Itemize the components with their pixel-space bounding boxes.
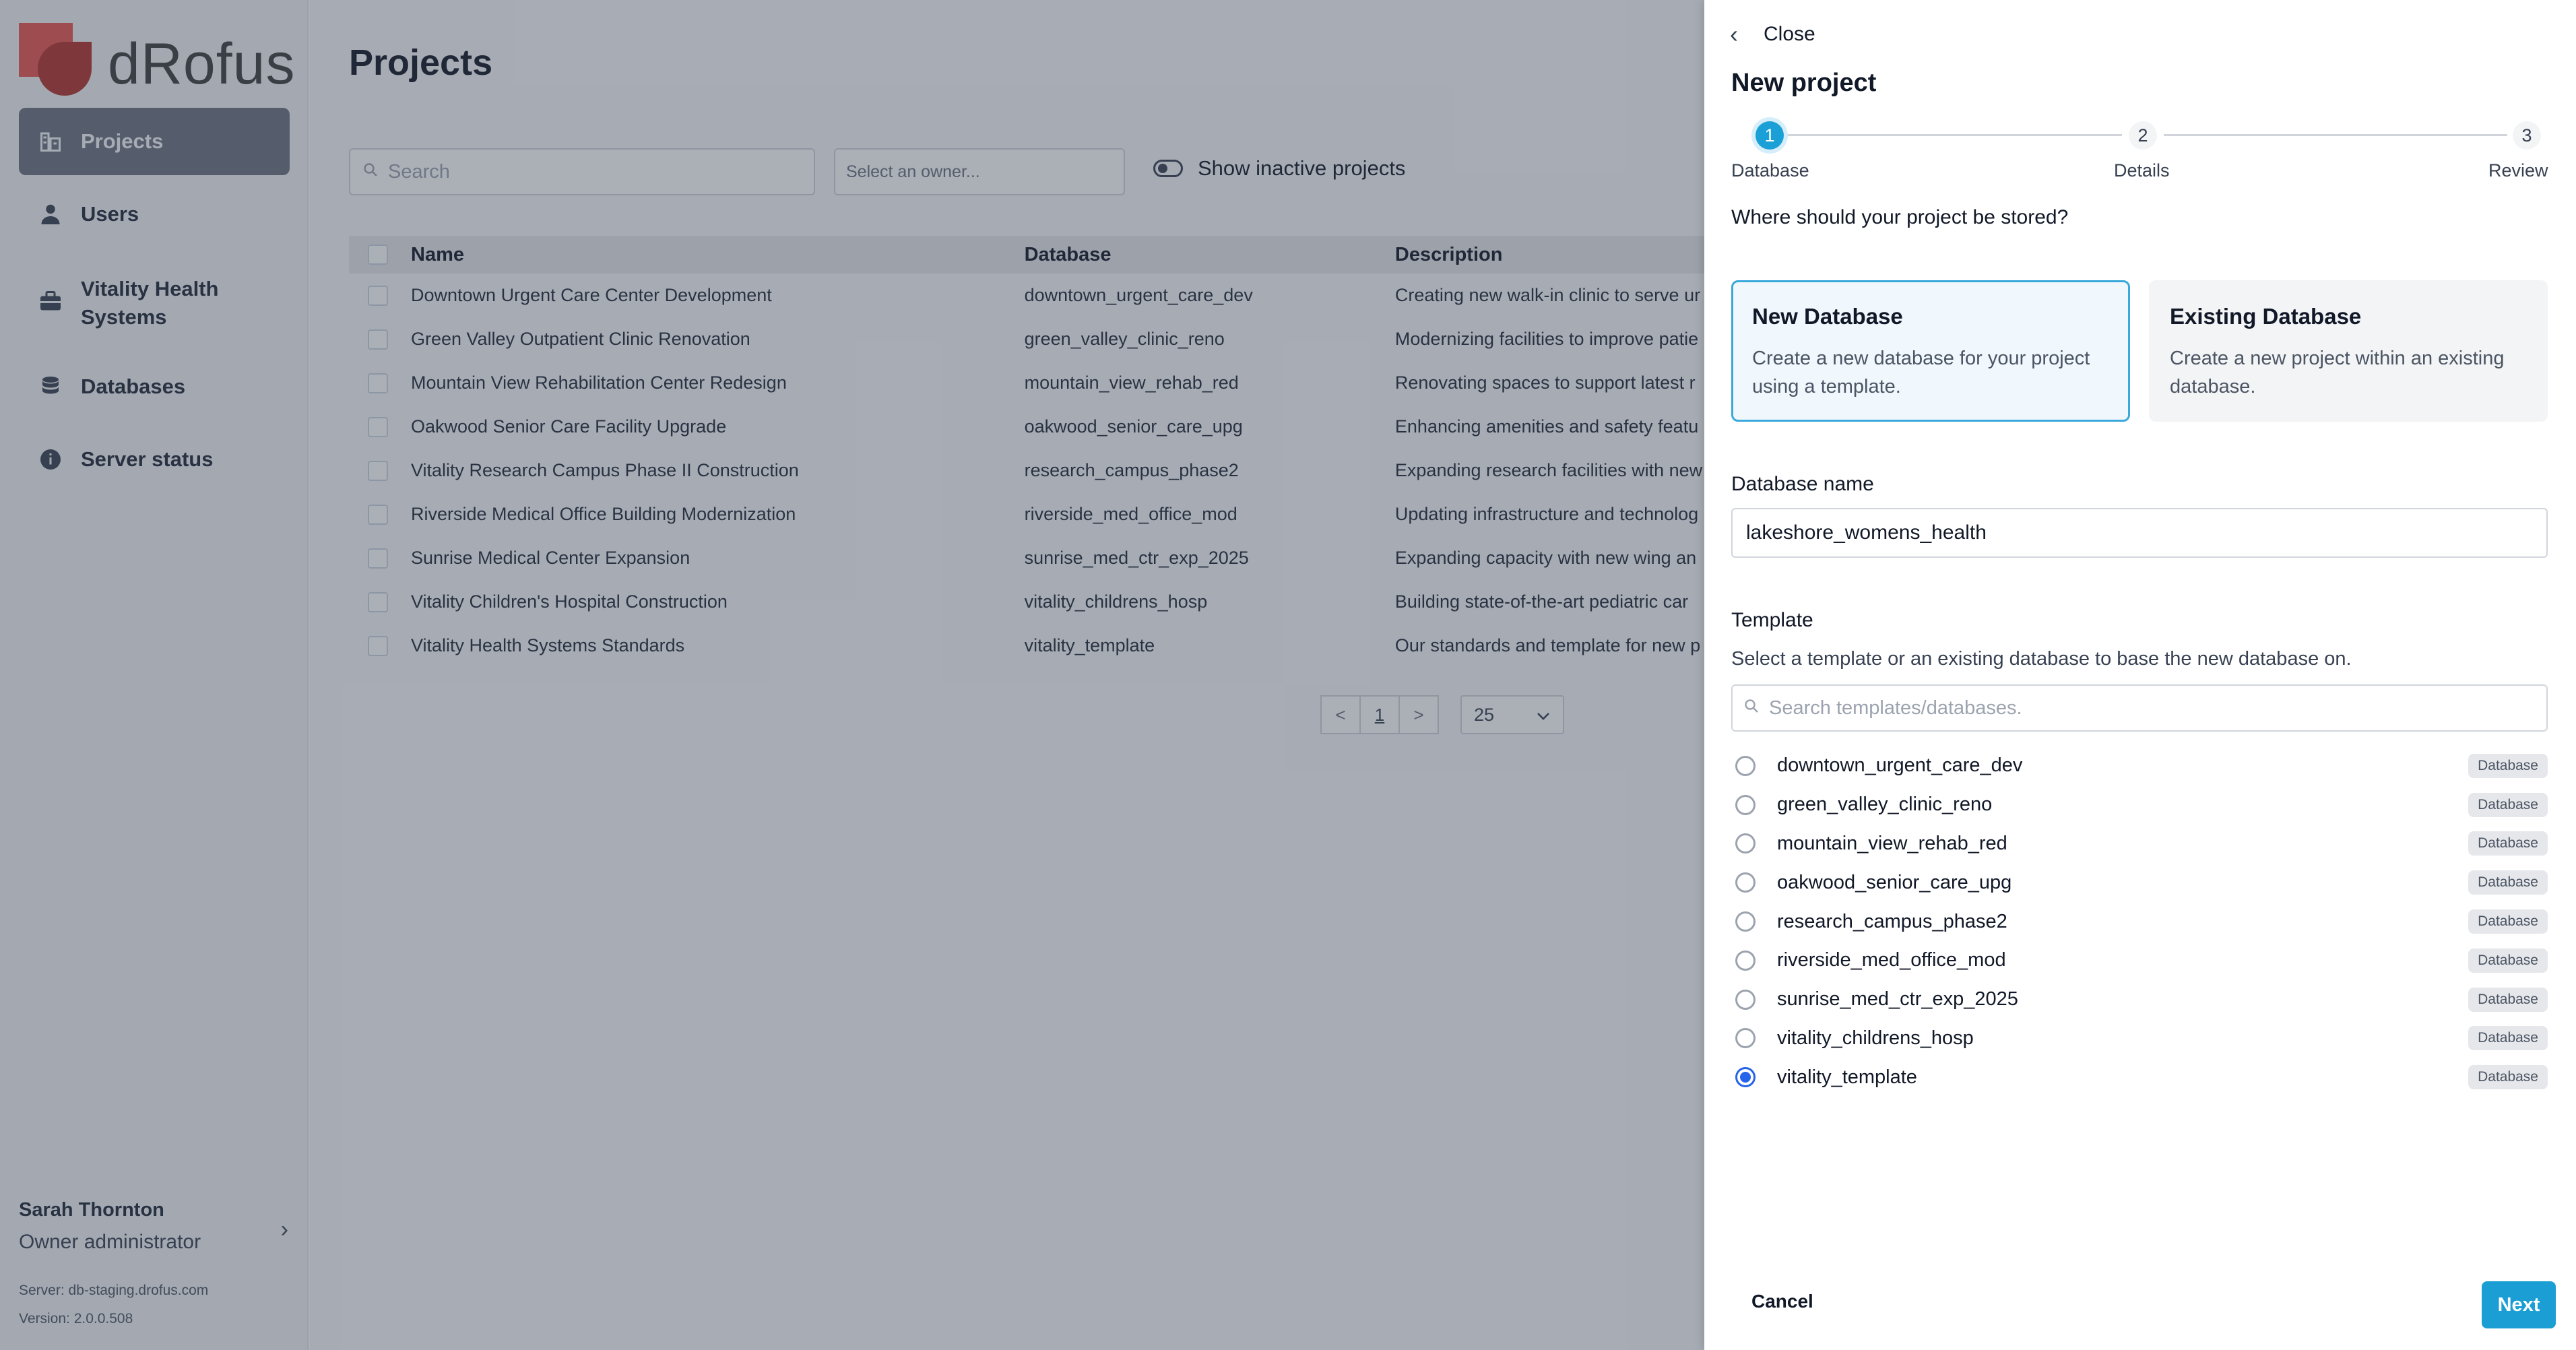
search-icon	[1743, 697, 1760, 719]
template-help-text: Select a template or an existing databas…	[1731, 648, 2352, 670]
modal-backdrop[interactable]	[0, 0, 1704, 1350]
type-badge: Database	[2468, 792, 2548, 817]
step-3-indicator: 3	[2513, 121, 2541, 150]
template-name: mountain_view_rehab_red	[1777, 832, 2007, 854]
new-project-drawer: ‹ Close New project 1 2 3 Database Detai…	[1704, 0, 2576, 1350]
template-option[interactable]: research_campus_phase2 Database	[1731, 902, 2548, 941]
template-name: sunrise_med_ctr_exp_2025	[1777, 988, 2018, 1010]
template-option[interactable]: vitality_childrens_hosp Database	[1731, 1019, 2548, 1058]
template-option[interactable]: riverside_med_office_mod Database	[1731, 941, 2548, 980]
cancel-button[interactable]: Cancel	[1751, 1291, 1813, 1312]
step-3-label: Review	[2488, 160, 2548, 181]
template-name: riverside_med_office_mod	[1777, 949, 2006, 971]
option-title: Existing Database	[2170, 304, 2362, 329]
radio-button[interactable]	[1735, 794, 1756, 815]
template-option[interactable]: downtown_urgent_care_dev Database	[1731, 746, 2548, 785]
template-name: oakwood_senior_care_upg	[1777, 871, 2012, 893]
drawer-title: New project	[1731, 69, 1877, 97]
type-badge: Database	[2468, 987, 2548, 1012]
type-badge: Database	[2468, 753, 2548, 778]
template-label: Template	[1731, 609, 1813, 631]
stepper: 1 2 3 Database Details Review	[1731, 120, 2548, 187]
search-placeholder: Search templates/databases.	[1769, 697, 2022, 719]
radio-button[interactable]	[1735, 833, 1756, 854]
database-name-input[interactable]: lakeshore_womens_health	[1731, 508, 2548, 558]
template-name: vitality_childrens_hosp	[1777, 1027, 1974, 1049]
step-connector	[1778, 134, 2122, 136]
type-badge: Database	[2468, 831, 2548, 856]
new-database-option[interactable]: New Database Create a new database for y…	[1731, 280, 2130, 422]
step-connector	[2164, 134, 2507, 136]
type-badge: Database	[2468, 909, 2548, 934]
step-1-label: Database	[1731, 160, 1809, 181]
template-option[interactable]: vitality_template Database	[1731, 1058, 2548, 1097]
next-button[interactable]: Next	[2482, 1281, 2556, 1328]
type-badge: Database	[2468, 1065, 2548, 1090]
radio-button[interactable]	[1735, 872, 1756, 893]
radio-button[interactable]	[1735, 1067, 1756, 1088]
close-button[interactable]: ‹ Close	[1730, 20, 1815, 49]
template-option[interactable]: green_valley_clinic_reno Database	[1731, 785, 2548, 825]
radio-button[interactable]	[1735, 950, 1756, 971]
radio-button[interactable]	[1735, 911, 1756, 932]
template-name: vitality_template	[1777, 1066, 1917, 1088]
template-name: green_valley_clinic_reno	[1777, 794, 1993, 816]
chevron-left-icon: ‹	[1730, 20, 1738, 48]
database-name-label: Database name	[1731, 473, 1874, 495]
type-badge: Database	[2468, 1026, 2548, 1051]
template-list: downtown_urgent_care_dev Database green_va…	[1731, 746, 2548, 1097]
template-search-input[interactable]: Search templates/databases.	[1731, 684, 2548, 732]
template-name: downtown_urgent_care_dev	[1777, 754, 2023, 777]
close-label: Close	[1764, 23, 1815, 45]
template-option[interactable]: mountain_view_rehab_red Database	[1731, 825, 2548, 864]
step-1-indicator: 1	[1756, 121, 1784, 150]
step-2-indicator: 2	[2129, 121, 2157, 150]
option-description: Create a new project within an existing …	[2170, 348, 2505, 397]
option-title: New Database	[1752, 304, 1903, 329]
radio-button[interactable]	[1735, 755, 1756, 776]
option-description: Create a new database for your project u…	[1752, 348, 2090, 397]
type-badge: Database	[2468, 870, 2548, 895]
template-option[interactable]: sunrise_med_ctr_exp_2025 Database	[1731, 980, 2548, 1019]
existing-database-option[interactable]: Existing Database Create a new project w…	[2149, 280, 2548, 422]
type-badge: Database	[2468, 948, 2548, 973]
step-2-label: Details	[2114, 160, 2170, 181]
radio-button[interactable]	[1735, 989, 1756, 1010]
template-option[interactable]: oakwood_senior_care_upg Database	[1731, 863, 2548, 902]
radio-button[interactable]	[1735, 1028, 1756, 1049]
storage-question: Where should your project be stored?	[1731, 206, 2069, 228]
template-name: research_campus_phase2	[1777, 910, 2007, 932]
